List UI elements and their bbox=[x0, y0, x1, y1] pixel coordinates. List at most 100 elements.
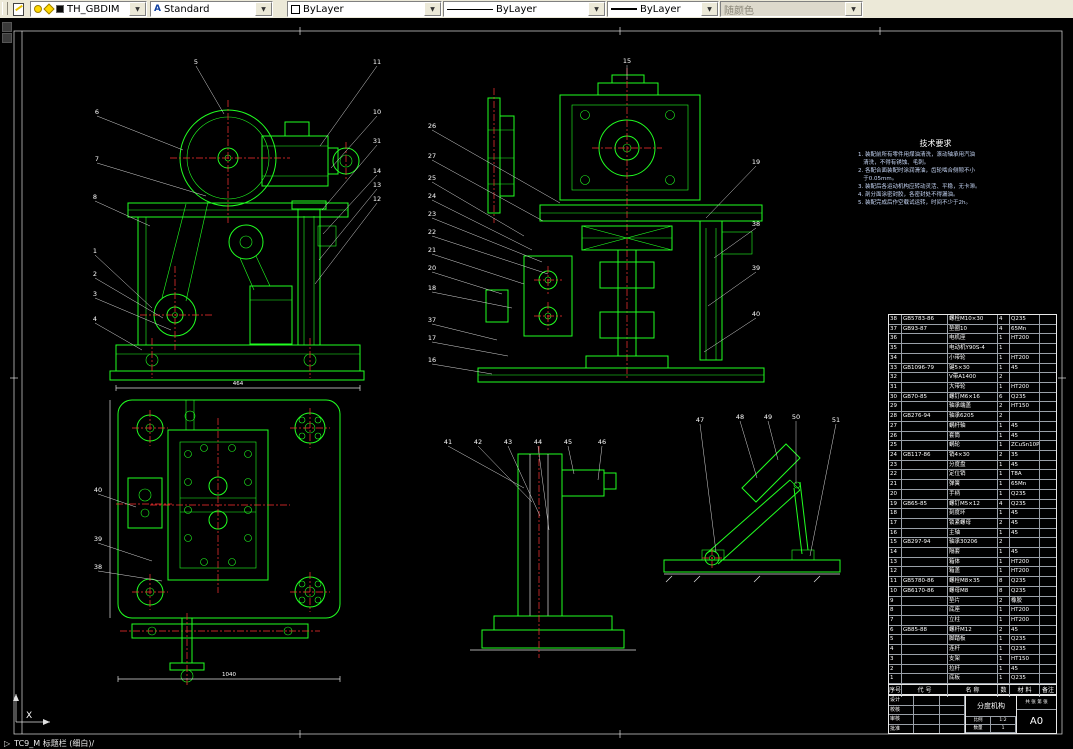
parts-table: 38 GB5783-86 螺栓M10×30 4 Q235 37 GB93-87 垫圈10 4 65… bbox=[888, 314, 1057, 697]
callout-number: 26 bbox=[428, 122, 436, 130]
table-row: 16 主轴 1 45 bbox=[889, 528, 1056, 539]
command-text: TC9_M 标题栏 (细白)/ bbox=[14, 739, 95, 748]
callout-number: 25 bbox=[428, 174, 436, 182]
callout-number: 4 bbox=[93, 315, 97, 323]
front-view bbox=[109, 100, 365, 391]
qty-label: 数量 bbox=[966, 725, 991, 733]
drawing-canvas[interactable]: 5 11 6 10 7 31 8 14 13 12 1 2 3 4 15 26 27 25 24 23 22 21 20 18… bbox=[0, 18, 1073, 738]
make-layer-current-button[interactable] bbox=[8, 1, 28, 18]
leader-line bbox=[431, 253, 525, 285]
chevron-down-icon[interactable]: ▼ bbox=[255, 2, 272, 16]
chevron-down-icon[interactable]: ▼ bbox=[701, 2, 718, 16]
leader-line bbox=[431, 129, 561, 204]
leader-line bbox=[97, 570, 163, 582]
leader-line bbox=[321, 144, 378, 211]
note-line: 4. 剖分面涂密封胶，各密封处不得漏油。 bbox=[858, 192, 959, 198]
leader-line bbox=[713, 227, 757, 259]
callout-number: 39 bbox=[94, 535, 102, 543]
layer-on-bulb-icon[interactable] bbox=[34, 5, 42, 13]
color-combo[interactable]: ByLayer ▼ bbox=[287, 1, 442, 17]
note-line: 清洗，不得有锈蚀、毛刺。 bbox=[858, 160, 930, 166]
table-row: 7 立柱 1 HT200 bbox=[889, 616, 1056, 626]
callout-number: 22 bbox=[428, 228, 436, 236]
drawing-title: 分度机构 bbox=[977, 702, 1005, 710]
callout-number: 42 bbox=[474, 438, 482, 446]
callout-number: 3 bbox=[93, 290, 97, 298]
leader-line bbox=[94, 322, 143, 351]
text-style-value: Standard bbox=[163, 3, 210, 15]
dimension-text: 1040 bbox=[222, 672, 236, 678]
callout-number: 19 bbox=[752, 158, 760, 166]
color-swatch-icon bbox=[291, 4, 300, 14]
callout-number: 38 bbox=[752, 220, 760, 228]
callout-number: 17 bbox=[428, 334, 436, 342]
plot-style-value: 随颜色 bbox=[724, 5, 754, 17]
callout-number: 20 bbox=[428, 264, 436, 272]
layer-combo[interactable]: TH_GBDIM ▼ bbox=[30, 1, 147, 17]
leader-line bbox=[597, 445, 603, 481]
callout-number: 12 bbox=[373, 195, 381, 203]
leader-line bbox=[705, 165, 757, 219]
leader-line bbox=[314, 202, 378, 285]
leader-line bbox=[94, 200, 151, 227]
callout-number: 27 bbox=[428, 152, 436, 160]
leader-line bbox=[431, 341, 509, 357]
layer-freeze-sun-icon[interactable] bbox=[43, 3, 55, 15]
leader-line bbox=[739, 420, 758, 479]
leader-line bbox=[195, 65, 225, 115]
linetype-combo[interactable]: ByLayer ▼ bbox=[443, 1, 606, 17]
callout-number: 31 bbox=[373, 137, 381, 145]
qty-value: 1 bbox=[991, 725, 1016, 733]
leader-line bbox=[809, 423, 837, 557]
leader-line bbox=[767, 420, 779, 461]
leader-line bbox=[431, 235, 549, 275]
callout-number: 23 bbox=[428, 210, 436, 218]
table-row: 3 支架 1 HT150 bbox=[889, 654, 1056, 665]
table-row: 27 蜗杆轴 1 45 bbox=[889, 421, 1056, 432]
callout-number: 41 bbox=[444, 438, 452, 446]
text-style-combo[interactable]: A Standard ▼ bbox=[150, 1, 273, 17]
column-section-view bbox=[470, 446, 636, 658]
table-row: 25 蜗轮 1 ZCuSn10P1 bbox=[889, 441, 1056, 451]
callout-number: 15 bbox=[623, 57, 631, 65]
table-row: 35 电动机Y90S-4 1 bbox=[889, 344, 1056, 354]
callout-number: 24 bbox=[428, 192, 436, 200]
callout-number: 13 bbox=[373, 181, 381, 189]
leader-line bbox=[94, 254, 153, 309]
title-block: 设计 校核 审核 批准 分度机构 比例 1:2 数量 1 共 张 第 张 A0 bbox=[888, 695, 1057, 734]
table-row: 4 连杆 1 Q235 bbox=[889, 645, 1056, 655]
leader-line bbox=[699, 423, 717, 553]
callout-number: 51 bbox=[832, 416, 840, 424]
linetype-value: ByLayer bbox=[496, 3, 537, 15]
table-row: 31 大带轮 1 HT200 bbox=[889, 382, 1056, 393]
command-line[interactable]: ▷ TC9_M 标题栏 (细白)/ bbox=[0, 738, 1073, 749]
table-row: 37 GB93-87 垫圈10 4 65Mn bbox=[889, 324, 1056, 335]
color-combo-value: ByLayer bbox=[303, 3, 344, 15]
lineweight-combo[interactable]: ByLayer ▼ bbox=[607, 1, 719, 17]
callout-number: 50 bbox=[792, 413, 800, 421]
leader-line bbox=[431, 323, 498, 341]
leader-line bbox=[330, 115, 378, 169]
callout-number: 16 bbox=[428, 356, 436, 364]
chevron-down-icon[interactable]: ▼ bbox=[424, 2, 441, 16]
table-row: 36 电机座 1 HT200 bbox=[889, 334, 1056, 345]
callout-number: 14 bbox=[373, 167, 381, 175]
table-row: 14 隔套 1 45 bbox=[889, 548, 1056, 558]
chevron-down-icon[interactable]: ▼ bbox=[588, 2, 605, 16]
callout-number: 21 bbox=[428, 246, 436, 254]
table-row: 30 GB70-85 螺钉M6×16 6 Q235 bbox=[889, 392, 1056, 403]
callout-number: 37 bbox=[428, 316, 436, 324]
leader-line bbox=[322, 174, 378, 235]
lineweight-sample-icon bbox=[611, 8, 637, 10]
table-row: 18 刻度环 1 45 bbox=[889, 509, 1056, 519]
note-line: 2. 各配合面装配时涂润滑油，齿轮啮合侧隙不小 bbox=[858, 168, 975, 174]
pedal-view bbox=[663, 443, 841, 583]
scale-label: 比例 bbox=[966, 717, 991, 725]
callout-number: 6 bbox=[95, 108, 99, 116]
table-row: 22 定位销 1 T8A bbox=[889, 470, 1056, 481]
chevron-down-icon[interactable]: ▼ bbox=[129, 2, 146, 16]
callout-number: 40 bbox=[752, 310, 760, 318]
dock-grip-icon[interactable] bbox=[2, 33, 12, 43]
dock-grip-icon[interactable] bbox=[2, 22, 12, 32]
lineweight-value: ByLayer bbox=[640, 3, 681, 15]
